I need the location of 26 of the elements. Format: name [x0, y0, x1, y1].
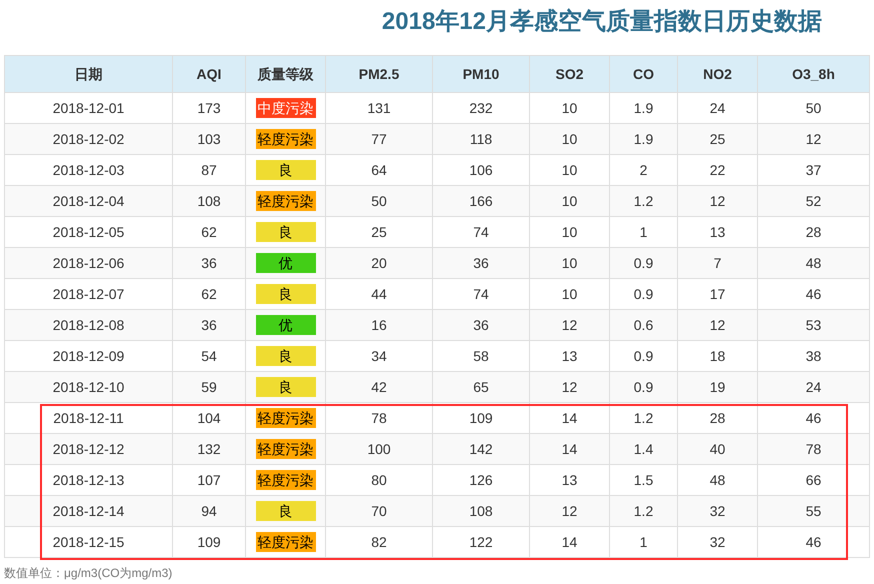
- grade-badge: 良: [256, 160, 316, 180]
- grade-badge: 良: [256, 284, 316, 304]
- table-cell: 2018-12-15: [4, 527, 173, 558]
- grade-badge: 轻度污染: [256, 532, 316, 552]
- grade-badge: 优: [256, 253, 316, 273]
- grade-badge: 良: [256, 346, 316, 366]
- table-cell: 122: [433, 527, 530, 558]
- grade-badge: 良: [256, 377, 316, 397]
- table-cell: 46: [758, 527, 870, 558]
- table-cell: 1: [610, 527, 678, 558]
- table-cell: 32: [678, 527, 758, 558]
- grade-badge: 中度污染: [256, 98, 316, 118]
- grade-badge: 良: [256, 501, 316, 521]
- grade-badge: 轻度污染: [256, 408, 316, 428]
- grade-badge: 优: [256, 315, 316, 335]
- grade-badge: 轻度污染: [256, 439, 316, 459]
- grade-badge: 轻度污染: [256, 470, 316, 490]
- page-title: 2018年12月孝感空气质量指数日历史数据: [382, 7, 822, 37]
- column-header: 日期: [4, 55, 173, 93]
- table-cell: 109: [173, 527, 246, 558]
- grade-badge: 轻度污染: [256, 191, 316, 211]
- table-cell: 14: [530, 527, 610, 558]
- table-cell: 82: [326, 527, 433, 558]
- grade-badge: 轻度污染: [256, 129, 316, 149]
- grade-badge: 良: [256, 222, 316, 242]
- units-note: 数值单位：μg/m3(CO为mg/m3): [4, 565, 174, 582]
